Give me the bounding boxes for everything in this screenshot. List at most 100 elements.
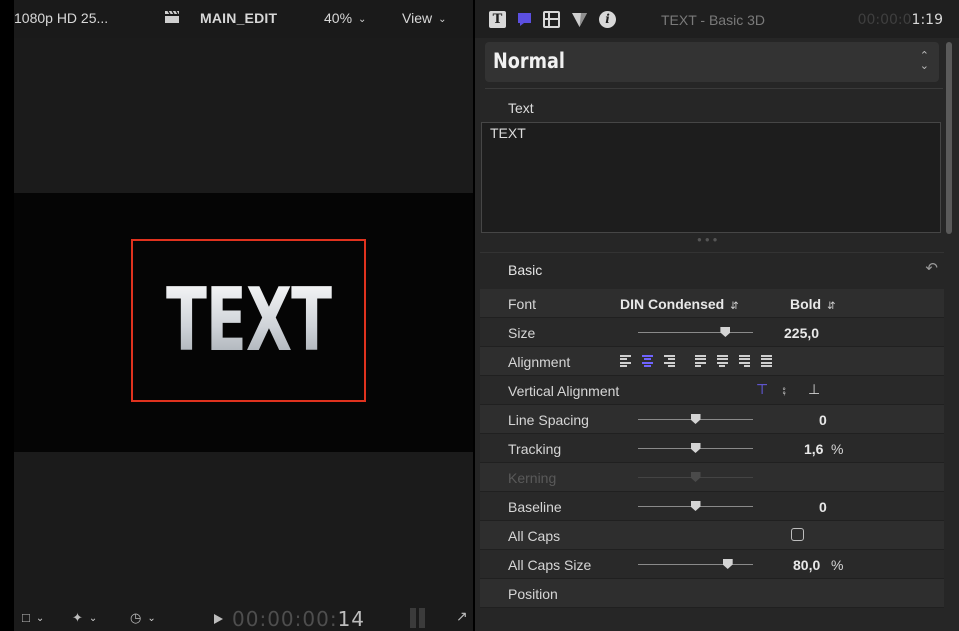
- all-caps-size-slider[interactable]: [638, 559, 753, 569]
- text-field-label: Text: [508, 100, 534, 116]
- justify-right-icon[interactable]: [739, 355, 750, 367]
- align-top-icon[interactable]: ⊤: [756, 381, 768, 398]
- line-spacing-label: Line Spacing: [508, 412, 589, 428]
- inspector-scrollbar[interactable]: [946, 42, 952, 234]
- size-slider[interactable]: [638, 327, 753, 337]
- font-family-popup[interactable]: DIN Condensed ⇵: [620, 296, 739, 312]
- align-center-icon[interactable]: [642, 355, 653, 367]
- chevron-down-icon: ⌄: [35, 613, 45, 624]
- reset-icon[interactable]: ↶: [925, 259, 938, 277]
- video-inspector-tab-icon[interactable]: [543, 11, 560, 28]
- magic-wand-icon: ✦: [72, 610, 83, 625]
- format-menu[interactable]: 1080p HD 25...: [14, 10, 108, 26]
- tracking-slider[interactable]: [638, 443, 753, 453]
- font-weight-popup[interactable]: Bold ⇵: [790, 296, 836, 312]
- kerning-slider: [638, 472, 753, 482]
- row-all-caps: All Caps: [480, 521, 944, 550]
- baseline-slider[interactable]: [638, 501, 753, 511]
- line-spacing-slider[interactable]: [638, 414, 753, 424]
- up-down-chevron-icon: ⇵: [730, 301, 739, 312]
- row-vertical-alignment: Vertical Alignment ⊤ ⨟ ⊥: [480, 376, 944, 405]
- row-font: Font DIN Condensed ⇵ Bold ⇵: [480, 289, 944, 318]
- justify-center-icon[interactable]: [717, 355, 728, 367]
- viewer-bottom-bar: □ ⌄ ✦ ⌄ ◷ ⌄ 00:00:00:14 ↗: [14, 604, 473, 631]
- up-down-chevron-icon: ⇵: [827, 301, 836, 312]
- kerning-label: Kerning: [508, 470, 557, 486]
- view-label: View: [402, 10, 433, 26]
- project-name: MAIN_EDIT: [200, 10, 278, 26]
- position-label: Position: [508, 586, 558, 602]
- title-selection-box[interactable]: TEXT: [131, 239, 366, 402]
- size-label: Size: [508, 325, 536, 341]
- align-middle-icon[interactable]: ⨟: [782, 381, 786, 398]
- enhance-menu[interactable]: ✦ ⌄: [72, 610, 97, 626]
- speedometer-icon: ◷: [130, 610, 142, 625]
- viewer-toolbar: 1080p HD 25... MAIN_EDIT 40% ⌄ View ⌄: [14, 0, 473, 38]
- basic-section-header[interactable]: Basic ↶: [480, 252, 944, 285]
- vertical-alignment-label: Vertical Alignment: [508, 383, 620, 399]
- tracking-value[interactable]: 1,6: [804, 441, 823, 457]
- all-caps-size-value[interactable]: 80,0: [793, 557, 820, 573]
- retime-menu[interactable]: ◷ ⌄: [130, 610, 156, 626]
- slider-knob[interactable]: [720, 327, 731, 337]
- fullscreen-icon[interactable]: ↗: [456, 608, 468, 625]
- audio-meter-icon[interactable]: [410, 608, 428, 628]
- row-all-caps-size: All Caps Size 80,0 %: [480, 550, 944, 579]
- line-spacing-value[interactable]: 0: [819, 412, 827, 428]
- text-inspector-tab-icon[interactable]: T: [489, 11, 506, 28]
- generator-tab-icon[interactable]: [516, 11, 533, 28]
- inspector-timecode-dim: 00:00:0: [857, 12, 912, 28]
- all-caps-checkbox[interactable]: [791, 528, 804, 541]
- slider-knob[interactable]: [690, 443, 701, 453]
- slider-knob[interactable]: [690, 501, 701, 511]
- row-tracking: Tracking 1,6 %: [480, 434, 944, 463]
- text-input[interactable]: [481, 122, 941, 233]
- row-line-spacing: Line Spacing 0: [480, 405, 944, 434]
- tracking-label: Tracking: [508, 441, 562, 457]
- all-caps-size-label: All Caps Size: [508, 557, 592, 573]
- slider-knob[interactable]: [722, 559, 733, 569]
- align-left-icon[interactable]: [620, 355, 631, 367]
- justify-left-icon[interactable]: [695, 355, 706, 367]
- title-text-preview: TEXT: [133, 270, 364, 372]
- chevron-down-icon: ⌄: [88, 613, 98, 624]
- alignment-controls: [620, 355, 783, 367]
- chevron-down-icon: ⌄: [358, 14, 367, 25]
- basic-section-title: Basic: [508, 262, 543, 278]
- row-position[interactable]: Position: [480, 579, 944, 608]
- size-value[interactable]: 225,0: [784, 325, 819, 341]
- all-caps-size-unit: %: [831, 557, 844, 573]
- alignment-label: Alignment: [508, 354, 571, 370]
- row-baseline: Baseline 0: [480, 492, 944, 521]
- inspector-header: T i TEXT - Basic 3D 00:00:01:19: [475, 0, 959, 38]
- inspector-timecode-bright: 1:19: [911, 12, 943, 28]
- view-menu[interactable]: View ⌄: [402, 10, 446, 26]
- up-down-chevron-icon: ⌃ ⌄: [919, 50, 929, 72]
- preset-popup[interactable]: Normal ⌃ ⌄: [485, 42, 939, 82]
- info-tab-icon[interactable]: i: [599, 11, 616, 28]
- chevron-down-icon: ⌄: [147, 613, 156, 624]
- align-right-icon[interactable]: [664, 355, 675, 367]
- tracking-unit: %: [831, 441, 844, 457]
- transform-crop-menu[interactable]: □ ⌄: [22, 610, 44, 625]
- row-kerning: Kerning: [480, 463, 944, 492]
- inspector-panel: T i TEXT - Basic 3D 00:00:01:19 Normal ⌃…: [475, 0, 959, 631]
- viewer-timecode-dim: 00:00:00:: [232, 607, 338, 631]
- play-icon[interactable]: [214, 614, 223, 624]
- row-alignment: Alignment: [480, 347, 944, 376]
- baseline-label: Baseline: [508, 499, 562, 515]
- filter-tab-icon[interactable]: [571, 11, 588, 28]
- zoom-value: 40%: [324, 10, 353, 26]
- slider-knob[interactable]: [690, 414, 701, 424]
- slider-knob: [690, 472, 701, 482]
- viewer-timecode: 00:00:00:14: [232, 607, 365, 631]
- baseline-value[interactable]: 0: [819, 499, 827, 515]
- basic-parameters: Font DIN Condensed ⇵ Bold ⇵ Size 225,0 Ali…: [480, 289, 944, 608]
- clapper-icon: [165, 10, 179, 23]
- zoom-menu[interactable]: 40% ⌄: [324, 10, 366, 26]
- justify-full-icon[interactable]: [761, 355, 772, 367]
- font-label: Font: [508, 296, 537, 312]
- align-bottom-icon[interactable]: ⊥: [808, 381, 820, 398]
- resize-grip-icon[interactable]: ●●●: [697, 235, 721, 244]
- video-canvas[interactable]: TEXT: [14, 193, 473, 452]
